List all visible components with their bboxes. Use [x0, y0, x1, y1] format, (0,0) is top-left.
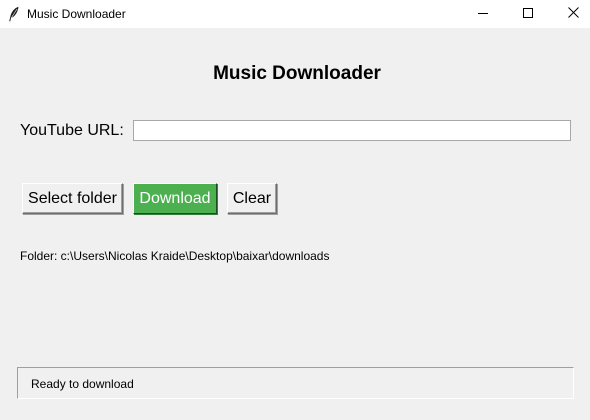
url-label: YouTube URL:	[20, 122, 124, 139]
minimize-icon	[478, 5, 488, 23]
download-button[interactable]: Download	[133, 183, 217, 214]
feather-icon	[8, 6, 20, 22]
maximize-icon	[523, 5, 533, 23]
minimize-button[interactable]	[460, 0, 506, 28]
close-icon	[567, 5, 579, 23]
window-title: Music Downloader	[27, 7, 126, 21]
app-window: Music Downloader Music Downloader YouTub…	[0, 0, 590, 420]
url-input[interactable]	[133, 120, 571, 141]
close-button[interactable]	[550, 0, 590, 28]
clear-button[interactable]: Clear	[227, 183, 277, 214]
status-bar: Ready to download	[17, 367, 574, 399]
status-text: Ready to download	[31, 377, 134, 391]
select-folder-button[interactable]: Select folder	[22, 183, 123, 214]
folder-path-label: Folder: c:\Users\Nicolas Kraide\Desktop\…	[20, 249, 330, 263]
page-title: Music Downloader	[213, 63, 381, 84]
maximize-button[interactable]	[505, 0, 551, 28]
title-bar[interactable]: Music Downloader	[0, 0, 590, 28]
